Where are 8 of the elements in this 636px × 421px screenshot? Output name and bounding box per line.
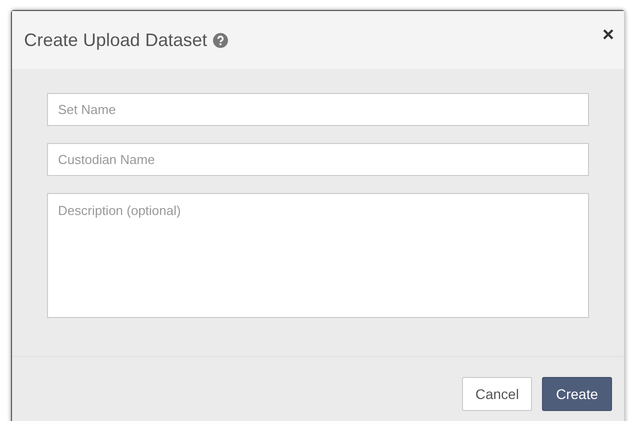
text-field[interactable]: Custodian Name (47, 143, 589, 176)
cancel-button[interactable]: Cancel (462, 377, 532, 411)
create-button[interactable]: Create (542, 377, 612, 411)
dialog-title: Create Upload Dataset (24, 28, 208, 52)
help-icon[interactable] (213, 32, 228, 48)
close-button[interactable]: × (602, 25, 614, 45)
text-field[interactable]: Set Name (47, 93, 589, 126)
description-field[interactable]: Description (optional) (47, 193, 589, 318)
